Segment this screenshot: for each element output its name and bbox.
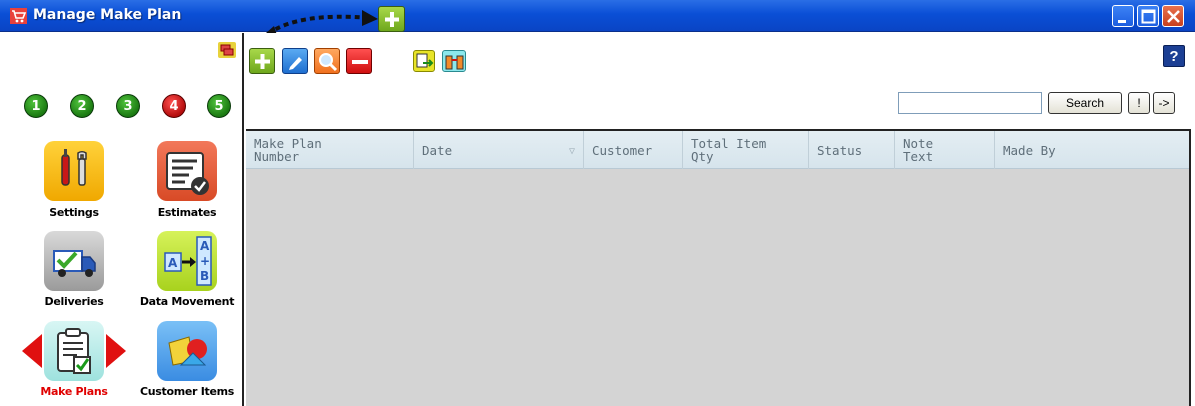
pencil-icon <box>289 57 302 70</box>
cart-icon <box>10 8 27 24</box>
help-button[interactable]: ? <box>1163 45 1185 67</box>
delivery-truck-icon <box>53 250 96 277</box>
minus-icon <box>352 60 368 64</box>
close-button[interactable] <box>1162 5 1184 27</box>
column-label: Total Item Qty <box>691 136 767 164</box>
plus-icon <box>385 12 399 27</box>
maximize-button[interactable] <box>1137 5 1159 27</box>
sort-icon: ▽ <box>568 146 575 157</box>
estimates-app-button[interactable] <box>157 141 217 201</box>
go-button[interactable]: -> <box>1153 92 1175 114</box>
data-movement-label: Data Movement <box>139 295 235 308</box>
data-grid[interactable]: Make Plan Number Date ▽ Customer Total I… <box>246 129 1191 406</box>
search-button[interactable]: Search <box>1048 92 1122 114</box>
exclamation-button[interactable]: ! <box>1128 92 1150 114</box>
make-plans-label: Make Plans <box>40 385 108 398</box>
clipboard-check-icon <box>57 328 91 374</box>
customer-items-label: Customer Items <box>139 385 235 398</box>
column-label: Customer <box>592 142 653 158</box>
svg-text:A: A <box>168 256 178 270</box>
column-header-status[interactable]: Status <box>809 131 895 169</box>
step-4-button[interactable]: 4 <box>162 94 186 118</box>
export-button[interactable] <box>413 50 435 72</box>
column-header-made-by[interactable]: Made By <box>995 131 1189 169</box>
settings-label: Settings <box>49 206 99 219</box>
svg-text:B: B <box>200 269 209 283</box>
transfer-button[interactable] <box>442 50 466 72</box>
column-label: Make Plan Number <box>254 136 322 164</box>
maximize-icon <box>1141 9 1156 24</box>
data-transfer-icon: A A + B <box>164 236 212 286</box>
svg-text:A: A <box>200 239 210 253</box>
delete-button[interactable] <box>346 48 372 74</box>
document-check-icon <box>166 152 209 195</box>
column-header-customer[interactable]: Customer <box>584 131 683 169</box>
column-header-date[interactable]: Date ▽ <box>414 131 584 169</box>
data-movement-app-button[interactable]: A A + B <box>157 231 217 291</box>
toolbar: ? Search ! -> <box>246 33 1195 129</box>
sidebar: 1 2 3 4 5 Settings Estimates Deliveries <box>0 33 244 406</box>
column-label: Made By <box>1003 142 1056 158</box>
deliveries-label: Deliveries <box>44 295 104 308</box>
panel-toggle-icon[interactable] <box>218 42 236 58</box>
make-plans-app-button[interactable] <box>44 321 104 381</box>
step-2-button[interactable]: 2 <box>70 94 94 118</box>
minimize-button[interactable] <box>1112 5 1134 27</box>
plus-icon <box>255 54 270 69</box>
next-arrow-icon[interactable] <box>106 334 126 368</box>
callout-add-button <box>378 6 405 32</box>
deliveries-app-button[interactable] <box>44 231 104 291</box>
window-title: Manage Make Plan <box>33 7 182 23</box>
column-header-make-plan-number[interactable]: Make Plan Number <box>246 131 414 169</box>
estimates-label: Estimates <box>157 206 217 219</box>
book-transfer-icon <box>445 55 464 70</box>
minimize-icon <box>1118 20 1126 23</box>
column-header-total-item-qty[interactable]: Total Item Qty <box>683 131 809 169</box>
view-button[interactable] <box>314 48 340 74</box>
column-label: Status <box>817 142 863 158</box>
search-input[interactable] <box>898 92 1042 114</box>
title-bar[interactable]: Manage Make Plan <box>0 0 1195 32</box>
step-3-button[interactable]: 3 <box>116 94 140 118</box>
step-1-button[interactable]: 1 <box>24 94 48 118</box>
edit-button[interactable] <box>282 48 308 74</box>
document-arrow-icon <box>416 53 434 68</box>
magnifier-icon <box>319 53 338 72</box>
column-header-note-text[interactable]: Note Text <box>895 131 995 169</box>
column-label: Date <box>422 142 453 158</box>
customer-items-app-button[interactable] <box>157 321 217 381</box>
step-5-button[interactable]: 5 <box>207 94 231 118</box>
wrench-screwdriver-icon <box>61 149 87 186</box>
settings-app-button[interactable] <box>44 141 104 201</box>
previous-arrow-icon[interactable] <box>22 334 42 368</box>
add-button[interactable] <box>249 48 275 74</box>
shapes-icon <box>168 336 207 366</box>
grid-header: Make Plan Number Date ▽ Customer Total I… <box>246 131 1189 169</box>
svg-text:+: + <box>200 254 210 268</box>
column-label: Note Text <box>903 136 934 164</box>
close-icon <box>1167 10 1180 23</box>
